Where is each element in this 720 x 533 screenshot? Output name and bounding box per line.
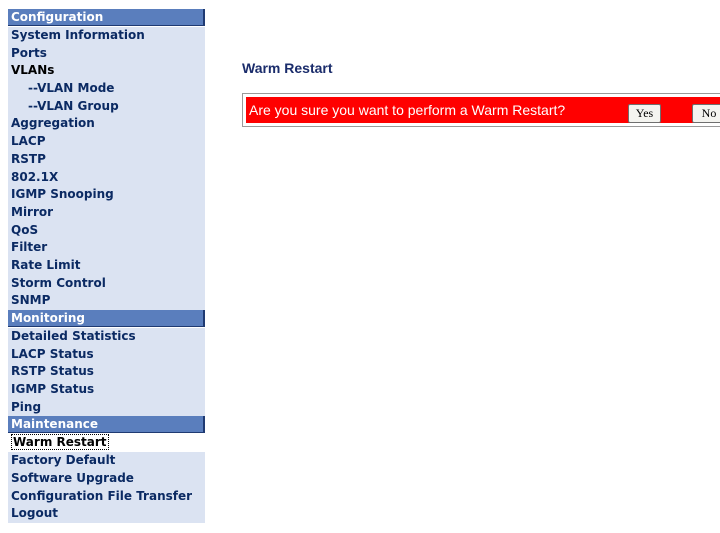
section-header-maintenance: Maintenance	[8, 416, 205, 434]
sidebar-item-label: Warm Restart	[11, 434, 109, 451]
section-header-configuration: Configuration	[8, 9, 205, 26]
sidebar-item-logout[interactable]: Logout	[8, 505, 205, 523]
sidebar-item-warm-restart[interactable]: Warm Restart	[8, 434, 205, 453]
confirm-panel: Are you sure you want to perform a Warm …	[242, 93, 720, 127]
sidebar-item-ping[interactable]: Ping	[8, 398, 205, 417]
sidebar-item-rstp-status[interactable]: RSTP Status	[8, 363, 205, 382]
sidebar-item-8021x[interactable]: 802.1X	[8, 168, 205, 187]
yes-button[interactable]: Yes	[628, 104, 661, 123]
sidebar-item-storm-control[interactable]: Storm Control	[8, 274, 205, 293]
sidebar-item-configuration-file-transfer[interactable]: Configuration File Transfer	[8, 487, 205, 506]
sidebar-item-rstp[interactable]: RSTP	[8, 150, 205, 169]
sidebar-item-igmp-status[interactable]: IGMP Status	[8, 381, 205, 399]
sidebar-item-igmp-snooping[interactable]: IGMP Snooping	[8, 186, 205, 204]
sidebar-item-detailed-statistics[interactable]: Detailed Statistics	[8, 328, 205, 346]
sidebar-item-lacp[interactable]: LACP	[8, 133, 205, 151]
sidebar-item-vlan-group[interactable]: --VLAN Group	[8, 97, 205, 116]
sidebar-item-qos[interactable]: QoS	[8, 221, 205, 240]
alert-banner: Are you sure you want to perform a Warm …	[246, 97, 720, 123]
sidebar-item-filter[interactable]: Filter	[8, 239, 205, 257]
sidebar-item-ports[interactable]: Ports	[8, 44, 205, 63]
sidebar-item-snmp[interactable]: SNMP	[8, 292, 205, 310]
confirm-message: Are you sure you want to perform a Warm …	[249, 102, 566, 118]
sidebar-item-rate-limit[interactable]: Rate Limit	[8, 256, 205, 275]
sidebar-item-mirror[interactable]: Mirror	[8, 203, 205, 222]
sidebar-item-vlans[interactable]: VLANs	[8, 62, 205, 81]
page-title: Warm Restart	[242, 60, 333, 76]
sidebar-item-lacp-status[interactable]: LACP Status	[8, 345, 205, 364]
sidebar-item-aggregation[interactable]: Aggregation	[8, 115, 205, 134]
no-button[interactable]: No	[692, 104, 720, 123]
sidebar-item-system-information[interactable]: System Information	[8, 27, 205, 45]
sidebar-item-factory-default[interactable]: Factory Default	[8, 452, 205, 470]
sidebar-item-software-upgrade[interactable]: Software Upgrade	[8, 469, 205, 488]
section-header-monitoring: Monitoring	[8, 310, 205, 327]
sidebar-item-vlan-mode[interactable]: --VLAN Mode	[8, 80, 205, 98]
sidebar-nav: Configuration System Information Ports V…	[8, 9, 205, 523]
